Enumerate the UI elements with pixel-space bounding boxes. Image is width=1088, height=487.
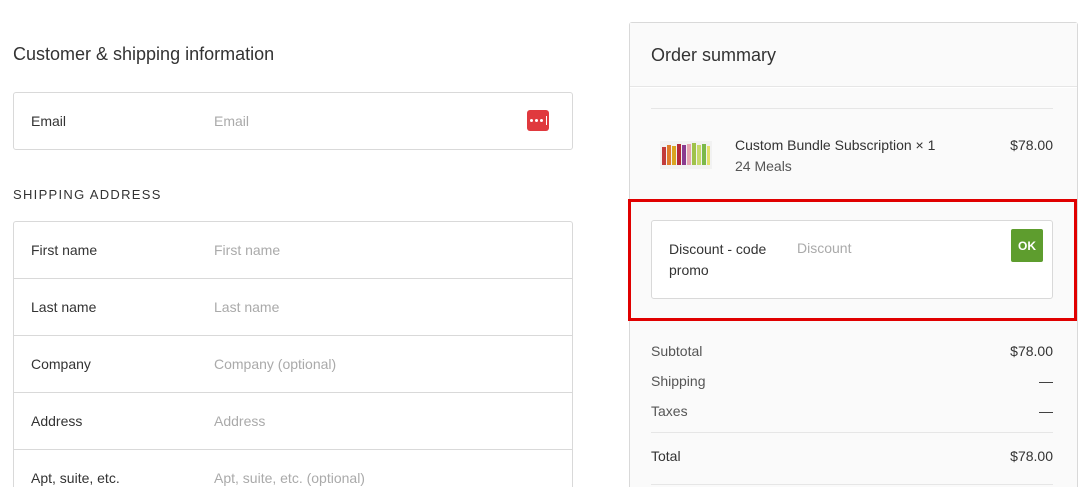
company-row: Company: [14, 336, 572, 393]
shipping-value: —: [1039, 373, 1053, 389]
total-label: Total: [651, 448, 681, 464]
address-row: Address: [14, 393, 572, 450]
discount-code-input[interactable]: [797, 236, 997, 260]
apt-label: Apt, suite, etc.: [31, 470, 120, 486]
apt-row: Apt, suite, etc.: [14, 450, 572, 487]
shipping-address-heading: SHIPPING ADDRESS: [13, 187, 162, 202]
total-value: $78.00: [1010, 448, 1053, 464]
first-name-input[interactable]: [214, 236, 514, 264]
email-row: Email: [14, 93, 572, 150]
address-label: Address: [31, 413, 83, 429]
discount-label: Discount - code promo: [669, 241, 767, 278]
taxes-label: Taxes: [651, 403, 688, 419]
divider: [651, 484, 1053, 485]
first-name-row: First name: [14, 222, 572, 279]
order-summary-header: Order summary: [630, 23, 1077, 87]
apt-input[interactable]: [214, 464, 514, 487]
company-input[interactable]: [214, 350, 514, 378]
email-field-group: Email: [13, 92, 573, 150]
email-label: Email: [31, 113, 67, 129]
shipping-label: Shipping: [651, 373, 706, 389]
email-input[interactable]: [214, 107, 514, 135]
last-name-label: Last name: [31, 299, 97, 315]
order-summary-title: Order summary: [651, 45, 777, 65]
product-price: $78.00: [1010, 137, 1053, 153]
first-name-label: First name: [31, 242, 98, 258]
product-thumbnail-image: [660, 141, 712, 169]
divider: [651, 432, 1053, 433]
product-name: Custom Bundle Subscription × 1: [735, 137, 936, 153]
password-manager-icon[interactable]: [527, 110, 549, 131]
discount-field-group: Discount - code promo OK: [651, 220, 1053, 299]
shipping-address-form: First name Last name Company Address Apt…: [13, 221, 573, 487]
last-name-row: Last name: [14, 279, 572, 336]
company-label: Company: [31, 356, 91, 372]
product-variant: 24 Meals: [735, 158, 792, 174]
subtotal-label: Subtotal: [651, 343, 703, 359]
order-summary-panel: Order summary Custom Bundle Subscription…: [629, 22, 1078, 487]
divider: [651, 108, 1053, 109]
subtotal-value: $78.00: [1010, 343, 1053, 359]
last-name-input[interactable]: [214, 293, 514, 321]
apply-discount-button[interactable]: OK: [1011, 229, 1043, 262]
page-title: Customer & shipping information: [13, 44, 275, 64]
address-input[interactable]: [214, 407, 514, 435]
taxes-value: —: [1039, 403, 1053, 419]
